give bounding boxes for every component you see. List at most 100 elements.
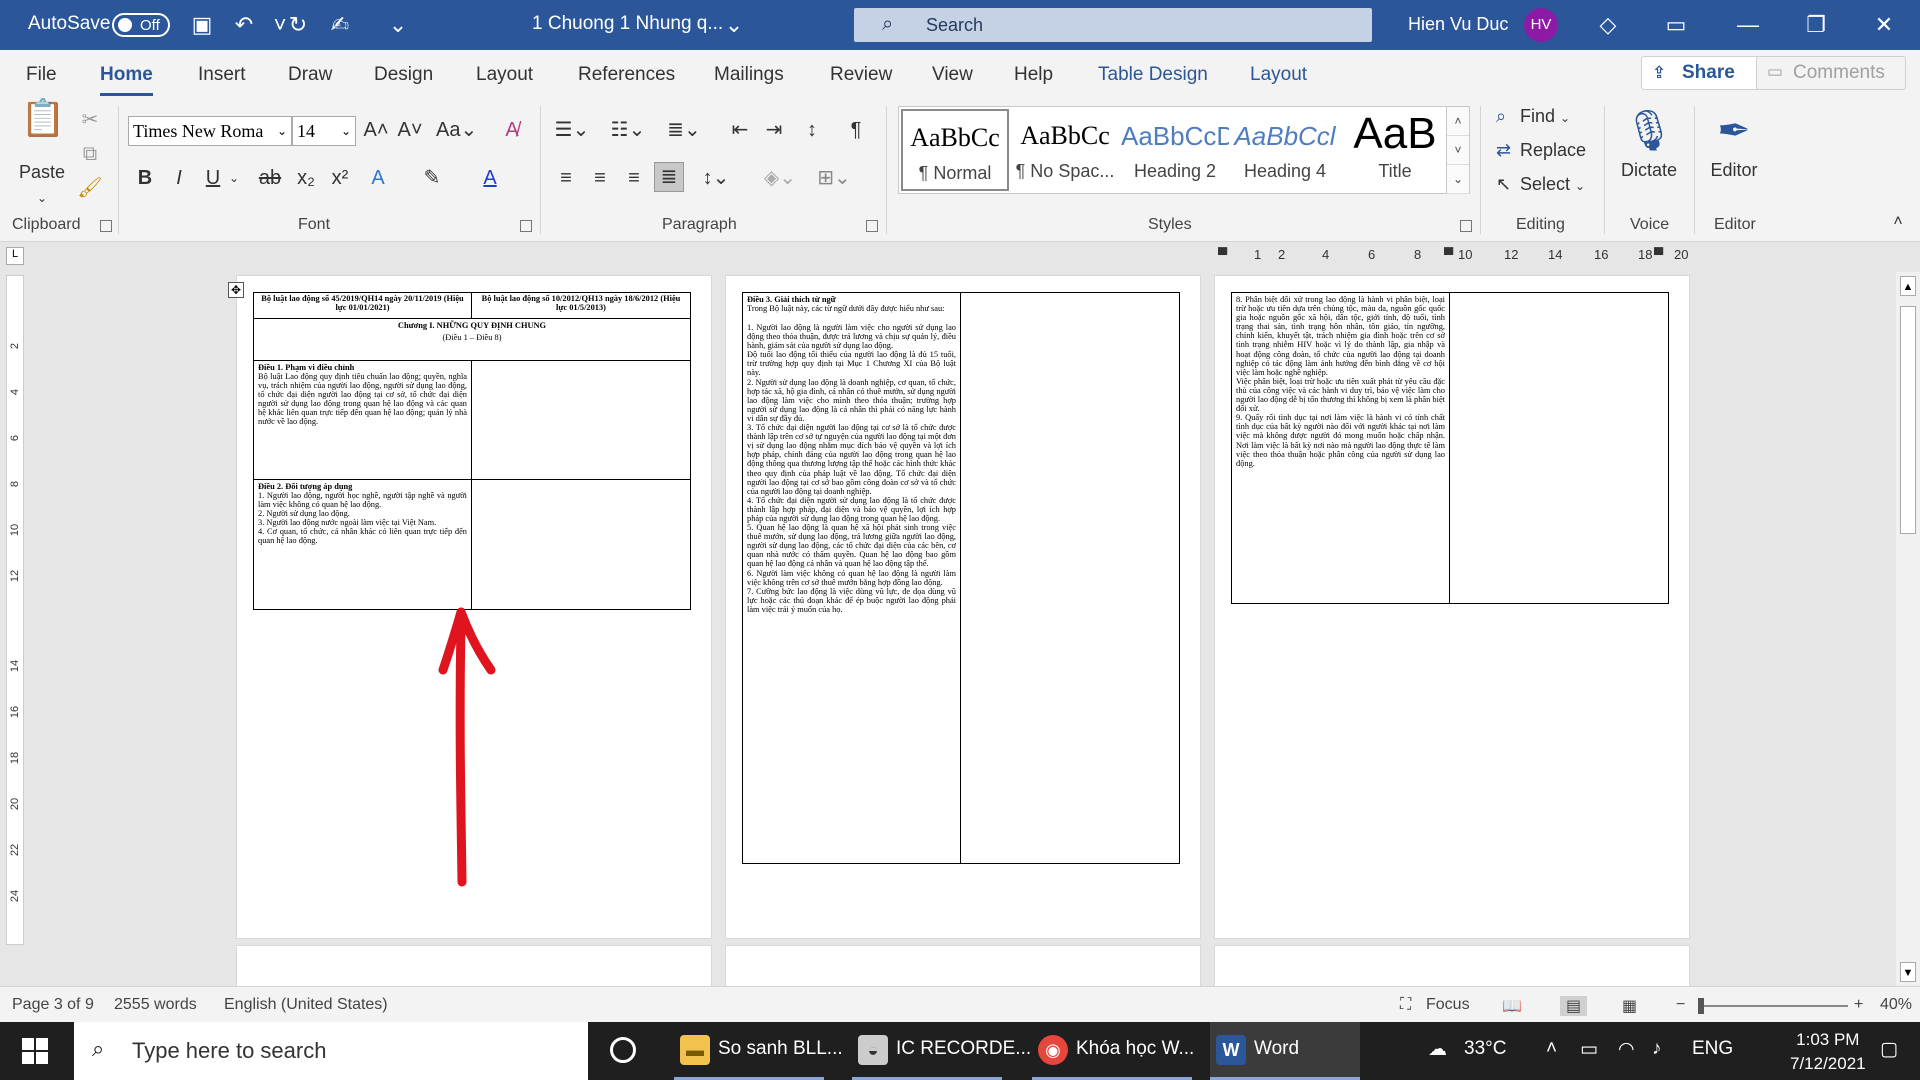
battery-icon[interactable]: ▭ [1580,1038,1598,1061]
handwriting-icon[interactable]: ✍ [326,11,354,39]
clipboard-launcher-icon[interactable] [100,220,112,232]
volume-icon[interactable]: ♪ [1652,1038,1662,1060]
borders-icon[interactable]: ⊞⌄ [812,164,856,192]
zoom-slider-thumb[interactable] [1698,998,1704,1014]
page[interactable]: Điều 3. Giải thích từ ngữ Trong Bộ luật … [725,275,1201,939]
numbering-icon[interactable]: ☷⌄ [608,116,648,144]
customize-toolbar-icon[interactable]: ⌄ [384,11,412,39]
close-icon[interactable]: ✕ [1870,11,1898,39]
wifi-icon[interactable]: ◠ [1618,1038,1635,1061]
ruler-marker[interactable]: ▀ [1444,247,1453,262]
focus-icon[interactable]: ⛶ [1400,996,1411,1014]
underline-icon[interactable]: U [200,164,226,192]
paste-icon[interactable]: 📋 [18,100,68,154]
format-painter-icon[interactable]: 🖌 [76,174,104,202]
article-3-body[interactable]: 1. Người lao động là người làm việc cho … [743,322,960,862]
tab-home[interactable]: Home [100,64,153,96]
tab-table-layout[interactable]: Layout [1250,64,1307,86]
bullets-icon[interactable]: ☰⌄ [552,116,592,144]
tab-references[interactable]: References [578,64,675,86]
horizontal-ruler[interactable]: ▀ 1 2 4 6 8 ▀ 10 12 14 16 18 ▀ 20 [1218,247,1696,265]
style-no-spacing[interactable]: AaBbCc ¶ No Spac... [1011,109,1119,191]
tab-selector-icon[interactable]: L [6,247,24,265]
highlight-icon[interactable]: ✎ [418,164,446,192]
multilevel-list-icon[interactable]: ≣⌄ [664,116,704,144]
dictate-button[interactable]: 🎙 Dictate [1614,102,1684,181]
align-center-icon[interactable]: ≡ [586,164,614,192]
table-header-left[interactable]: Bộ luật lao động số 45/2019/QH14 ngày 20… [254,293,471,318]
comparison-table[interactable]: Bộ luật lao động số 45/2019/QH14 ngày 20… [253,292,691,610]
font-size-combo[interactable]: 14 ⌄ [292,116,356,146]
zoom-out-icon[interactable]: − [1676,996,1685,1014]
diamond-icon[interactable]: ◇ [1594,11,1622,39]
paragraph-launcher-icon[interactable] [866,220,878,232]
avatar[interactable]: HV [1524,8,1558,42]
increase-indent-icon[interactable]: ⇥ [760,116,788,144]
strikethrough-icon[interactable]: ab [256,164,284,192]
tab-help[interactable]: Help [1014,64,1053,86]
paste-dropdown-icon[interactable]: ⌄ [28,184,56,212]
document-area[interactable]: L ▀ 1 2 4 6 8 ▀ 10 12 14 16 18 ▀ 20 2 4 … [0,243,1896,986]
change-case-icon[interactable]: Aa⌄ [436,116,477,144]
comparison-table[interactable]: 8. Phân biệt đối xử trong lao động là hà… [1231,292,1669,604]
article-2-body[interactable]: 1. Người lao động, người học nghề, người… [254,490,471,610]
tab-insert[interactable]: Insert [198,64,246,86]
bold-icon[interactable]: B [132,164,158,192]
styles-scroll[interactable]: ˄ ˅ ⌄ [1446,106,1470,194]
align-left-icon[interactable]: ≡ [552,164,580,192]
weather-icon[interactable]: ☁ [1428,1038,1447,1061]
shading-icon[interactable]: ◈⌄ [758,164,802,192]
language[interactable]: English (United States) [224,996,388,1014]
chevron-up-icon[interactable]: ˄ [1447,107,1469,136]
taskbar-app-recorder[interactable]: ◒ IC RECORDE... [852,1022,1031,1080]
subscript-icon[interactable]: x₂ [292,164,320,192]
text-effects-icon[interactable]: A [364,164,392,192]
style-heading-2[interactable]: AaBbCcD Heading 2 [1121,109,1229,191]
tab-draw[interactable]: Draw [288,64,332,86]
article-3-continued[interactable]: 8. Phân biệt đối xử trong lao động là hà… [1232,294,1449,602]
tab-review[interactable]: Review [830,64,892,86]
taskbar-app-chrome[interactable]: ◉ Khóa học W... [1032,1022,1194,1080]
read-mode-icon[interactable]: 📖 [1502,996,1522,1016]
show-marks-icon[interactable]: ¶ [842,116,870,144]
chevron-down-icon[interactable]: ˅ [1447,136,1469,165]
tab-mailings[interactable]: Mailings [714,64,784,86]
table-move-handle-icon[interactable]: ✥ [228,282,244,298]
page[interactable] [1214,945,1690,986]
tab-layout[interactable]: Layout [476,64,533,86]
align-right-icon[interactable]: ≡ [620,164,648,192]
table-header-right[interactable]: Bộ luật lao động số 10/2012/QH13 ngày 18… [472,293,690,318]
page[interactable]: 8. Phân biệt đối xử trong lao động là hà… [1214,275,1690,939]
taskbar-app-word[interactable]: W Word [1210,1022,1360,1080]
web-layout-icon[interactable]: ▦ [1622,996,1637,1016]
title-dropdown-icon[interactable]: ⌄ [720,11,748,39]
line-spacing-icon[interactable]: ↕⌄ [694,164,738,192]
article-3-intro[interactable]: Trong Bộ luật này, các từ ngữ dưới đây đ… [743,303,960,323]
scroll-thumb[interactable] [1900,306,1916,534]
page[interactable]: Bộ luật lao động số 45/2019/QH14 ngày 20… [236,275,712,939]
notifications-icon[interactable]: ▢ [1880,1038,1898,1061]
decrease-indent-icon[interactable]: ⇤ [726,116,754,144]
document-title[interactable]: 1 Chuong 1 Nhung q... [532,13,723,35]
style-normal[interactable]: AaBbCc ¶ Normal [901,109,1009,191]
font-color-icon[interactable]: A [476,164,504,192]
tab-view[interactable]: View [932,64,973,86]
tab-design[interactable]: Design [374,64,433,86]
input-language[interactable]: ENG [1692,1038,1733,1060]
scroll-up-icon[interactable]: ▲ [1900,276,1916,296]
find-button[interactable]: ⌕ Find ⌄ [1496,106,1570,127]
style-title[interactable]: AaB Title [1341,109,1449,191]
share-button[interactable]: ⇪ Share [1641,56,1761,90]
ruler-marker[interactable]: ▀ [1654,247,1663,262]
article-1-body[interactable]: Bộ luật Lao động quy định tiêu chuẩn lao… [254,371,471,479]
chevron-up-icon[interactable]: ˄ [1546,1038,1557,1060]
underline-dropdown-icon[interactable]: ⌄ [226,164,242,192]
temperature[interactable]: 33°C [1464,1038,1506,1060]
page-count[interactable]: Page 3 of 9 [12,996,94,1014]
paste-button[interactable]: Paste [12,158,72,186]
shrink-font-icon[interactable]: A˅ [396,116,424,144]
user-name[interactable]: Hien Vu Duc [1408,14,1508,35]
taskbar-search[interactable]: ⌕ Type here to search [74,1022,588,1080]
cut-icon[interactable]: ✂ [76,106,104,134]
undo-icon[interactable]: ↶ [230,11,258,39]
